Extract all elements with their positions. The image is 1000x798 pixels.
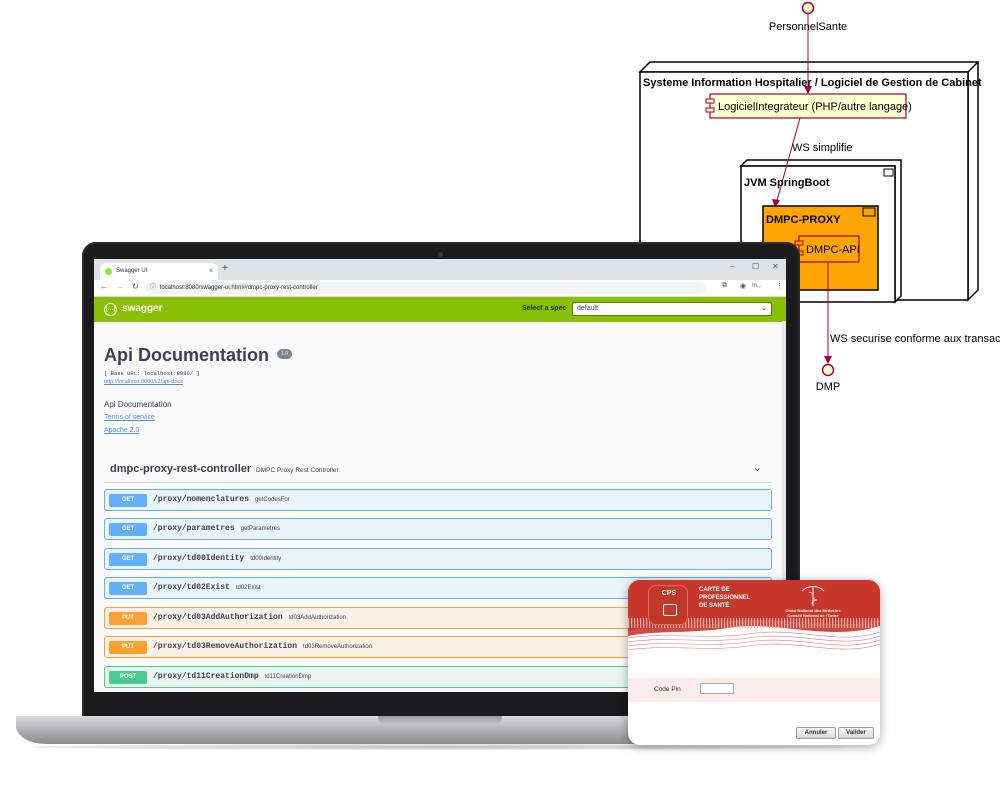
window-close-icon[interactable]: ✕ xyxy=(772,262,779,271)
tab-swagger-ui[interactable]: Swagger UI × xyxy=(100,263,218,280)
caduceus-emblem-icon xyxy=(801,586,825,606)
actor-dmp-label: DMP xyxy=(816,381,840,393)
operation-path: /proxy/nomenclatures getCodesFor xyxy=(153,495,290,504)
operation-path: /proxy/td03RemoveAuthorization td03Remove… xyxy=(153,642,373,651)
validate-button[interactable]: Valider xyxy=(838,727,874,739)
pin-input[interactable] xyxy=(700,683,734,694)
operation-summary: td11CreationDmp xyxy=(264,674,312,680)
back-icon[interactable]: ← xyxy=(100,282,108,291)
chevron-down-icon: ⌄ xyxy=(761,305,767,312)
swagger-brand: swagger xyxy=(122,303,163,314)
operation-path: /proxy/td11CreationDmp td11CreationDmp xyxy=(153,672,312,681)
operation-summary: td00Identity xyxy=(250,556,282,562)
actor-personnelsante-circle xyxy=(801,1,815,15)
component-dmpc-proxy-label: DMPC-PROXY xyxy=(766,214,841,226)
address-bar: ← → ↻ ⓘ localhost:8080/swagger-ui.html#/… xyxy=(94,280,786,297)
operation-row[interactable]: GET /proxy/td00Identity td00Identity xyxy=(104,548,772,570)
controller-name: dmpc-proxy-rest-controller xyxy=(110,463,252,475)
translate-icon[interactable]: ⧉ xyxy=(722,282,727,290)
node-systeme-information-label: Systeme Information Hospitalier / Logici… xyxy=(643,77,982,89)
spec-select-label: Select a spec xyxy=(522,305,567,312)
swagger-favicon-icon xyxy=(105,268,112,275)
operation-summary: td02Exist xyxy=(235,585,261,591)
smartcard-chip-icon xyxy=(663,604,677,616)
operation-row[interactable]: GET /proxy/nomenclatures getCodesFor xyxy=(104,489,772,511)
license-link[interactable]: Apache 2.0 xyxy=(104,427,139,434)
maximize-icon[interactable]: ☐ xyxy=(752,262,759,271)
method-badge: PUT xyxy=(109,641,147,654)
cps-order-text: Ordre National des Médecins Conseil Nati… xyxy=(785,608,841,618)
api-docs-link[interactable]: http://localhost:8080/v2/api-docs xyxy=(104,379,183,385)
cps-card-title: CARTE DE PROFESSIONNEL DE SANTÉ xyxy=(699,587,751,609)
profile-icon[interactable]: ◉ xyxy=(740,282,746,290)
controller-divider xyxy=(104,482,772,483)
reload-icon[interactable]: ↻ xyxy=(132,282,139,291)
component-dmpc-api-label: DMPC-API xyxy=(806,244,860,256)
spec-select-value: default xyxy=(577,305,599,312)
operation-summary: getCodesFor xyxy=(255,497,290,503)
laptop-notch xyxy=(378,716,502,725)
method-badge: GET xyxy=(109,494,147,507)
camera-dot xyxy=(438,252,443,257)
controller-header[interactable]: dmpc-proxy-rest-controller DMPC Proxy Re… xyxy=(104,459,772,479)
url-field[interactable]: ⓘ localhost:8080/swagger-ui.html#/dmpc-p… xyxy=(146,282,706,294)
version-badge: 1.0 xyxy=(277,349,292,359)
operation-summary: getParametres xyxy=(240,526,280,532)
operation-row[interactable]: GET /proxy/parametres getParametres xyxy=(104,518,772,540)
swagger-logo-icon: {…} xyxy=(104,303,117,316)
method-badge: GET xyxy=(109,523,147,536)
new-tab-icon[interactable]: + xyxy=(222,263,228,274)
node-jvm-springboot-label: JVM SpringBoot xyxy=(744,177,830,189)
tab-close-icon[interactable]: × xyxy=(209,263,213,280)
edge-ws-securise-label: WS securise conforme aux transactions xyxy=(830,333,1000,345)
cps-pin-dialog: CPS CARTE DE PROFESSIONNEL DE SANTÉ Ordr… xyxy=(628,580,880,745)
method-badge: POST xyxy=(109,671,147,684)
operation-summary: td03RemoveAuthorization xyxy=(303,644,373,650)
site-info-icon[interactable]: ⓘ xyxy=(150,282,156,294)
operation-summary: td03AddAuthorization xyxy=(288,615,346,621)
api-description: Api Documentation xyxy=(104,400,172,409)
api-title: Api Documentation xyxy=(104,345,269,365)
actor-dmp-circle xyxy=(821,363,835,377)
controller-description: DMPC Proxy Rest Controller xyxy=(256,467,339,474)
pin-label: Code Pin xyxy=(654,686,681,693)
terms-of-service-link[interactable]: Terms of service xyxy=(104,414,155,421)
pin-row: Code Pin xyxy=(628,678,880,702)
operation-path: /proxy/td00Identity td00Identity xyxy=(153,554,282,563)
operation-path: /proxy/td02Exist td02Exist xyxy=(153,583,261,592)
swagger-topbar: {…} swagger Select a spec default ⌄ xyxy=(94,297,786,322)
cps-badge-text: CPS xyxy=(661,590,677,597)
operation-path: /proxy/td03AddAuthorization td03AddAuthor… xyxy=(153,613,346,622)
collapse-chevron-icon[interactable]: ⌄ xyxy=(753,461,762,474)
minimize-icon[interactable]: – xyxy=(730,262,734,271)
cancel-button[interactable]: Annuler xyxy=(796,727,836,739)
method-badge: GET xyxy=(109,582,147,595)
profile-label[interactable]: In... xyxy=(752,283,762,289)
spec-select[interactable]: default ⌄ xyxy=(572,302,772,316)
method-badge: PUT xyxy=(109,612,147,625)
component-logiciel-integrateur-label: LogicielIntegrateur (PHP/autre langage) xyxy=(718,101,912,113)
url-text: localhost:8080/swagger-ui.html#/dmpc-pro… xyxy=(160,285,318,291)
forward-icon[interactable]: → xyxy=(116,282,124,291)
edge-ws-simplifie-label: WS simplifie xyxy=(792,142,853,154)
menu-kebab-icon[interactable]: ⋮ xyxy=(776,282,783,290)
operation-path: /proxy/parametres getParametres xyxy=(153,524,280,533)
tab-title: Swagger UI xyxy=(116,268,148,274)
tab-bar: Swagger UI × + – ☐ ✕ xyxy=(94,259,786,280)
method-badge: GET xyxy=(109,553,147,566)
cps-chip-badge: CPS xyxy=(648,585,688,625)
base-url: [ Base URL: localhost:8080/ ] xyxy=(104,370,200,377)
